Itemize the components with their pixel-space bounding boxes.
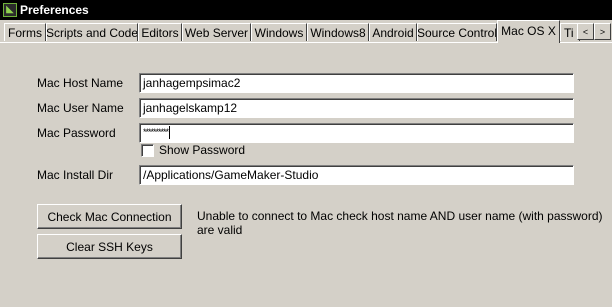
tab-android[interactable]: Android <box>369 23 417 41</box>
mac-user-name-input[interactable]: janhagelskamp12 <box>139 98 574 118</box>
mac-host-name-label: Mac Host Name <box>37 76 124 90</box>
window-title: Preferences <box>20 3 89 17</box>
mac-host-name-input[interactable]: janhagempsimac2 <box>139 73 574 93</box>
show-password-checkbox[interactable] <box>141 144 154 157</box>
tab-scripts-and-code[interactable]: Scripts and Code <box>46 23 138 41</box>
tab-windows[interactable]: Windows <box>251 23 307 41</box>
mac-password-label: Mac Password <box>37 126 116 140</box>
text-caret <box>169 126 171 139</box>
tab-label: Windows8 <box>310 25 366 40</box>
tab-label: Scripts and Code <box>46 25 138 40</box>
tab-label: Android <box>372 25 414 40</box>
tab-label: Windows <box>254 25 304 40</box>
check-mac-connection-button[interactable]: Check Mac Connection <box>37 204 182 229</box>
button-label: Clear SSH Keys <box>66 239 153 254</box>
mac-install-dir-input[interactable]: /Applications/GameMaker-Studio <box>139 165 574 185</box>
mac-os-x-panel: Mac Host Name janhagempsimac2 Mac User N… <box>0 42 612 307</box>
tab-label: Web Server <box>184 25 249 40</box>
title-bar: ◣ Preferences <box>0 0 612 20</box>
status-line-1: Unable to connect to Mac check host name… <box>197 209 603 223</box>
arrow-left-icon: < <box>582 26 589 37</box>
button-label: Check Mac Connection <box>47 209 172 224</box>
mac-install-dir-label: Mac Install Dir <box>37 168 114 182</box>
tab-mac-os-x[interactable]: Mac OS X <box>497 20 560 43</box>
mac-password-input[interactable]: ********** <box>139 123 574 143</box>
tab-label: Forms <box>8 25 42 40</box>
tab-scroll-right-button[interactable]: > <box>594 23 611 40</box>
tab-windows8[interactable]: Windows8 <box>307 23 369 41</box>
tab-strip: Forms Scripts and Code Editors Web Serve… <box>0 20 612 43</box>
show-password-label: Show Password <box>159 143 246 157</box>
tab-label: Mac OS X <box>501 24 556 38</box>
gamemaker-logo-icon: ◣ <box>3 3 17 17</box>
clear-ssh-keys-button[interactable]: Clear SSH Keys <box>37 234 182 259</box>
status-line-2: are valid <box>197 223 243 237</box>
tab-forms[interactable]: Forms <box>4 23 46 41</box>
tab-editors[interactable]: Editors <box>138 23 182 41</box>
tab-scroll-left-button[interactable]: < <box>577 23 594 40</box>
password-masked-value: ********** <box>143 127 169 137</box>
tab-web-server[interactable]: Web Server <box>182 23 251 41</box>
tab-label: Editors <box>141 25 179 40</box>
tab-source-control[interactable]: Source Control <box>417 23 497 41</box>
tab-label: Ti <box>564 25 574 40</box>
connection-status-message: Unable to connect to Mac check host name… <box>197 209 603 237</box>
tab-label: Source Control <box>417 25 497 40</box>
arrow-right-icon: > <box>599 26 606 37</box>
mac-user-name-label: Mac User Name <box>37 101 124 115</box>
